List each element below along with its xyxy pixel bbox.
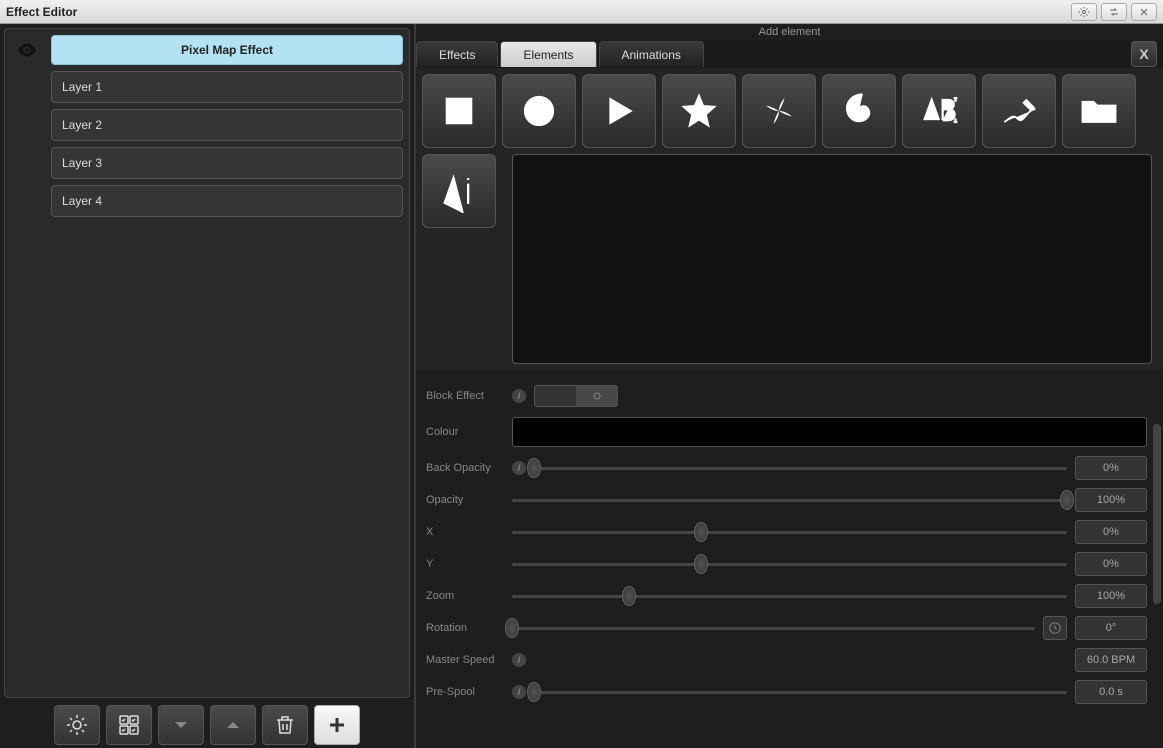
block-effect-label: Block Effect	[426, 390, 504, 402]
effect-name[interactable]: Pixel Map Effect	[51, 35, 403, 65]
master-speed-label: Master Speed	[426, 654, 504, 666]
scrollbar[interactable]	[1153, 424, 1161, 604]
tab-effects[interactable]: Effects	[416, 41, 498, 67]
back-opacity-slider[interactable]	[534, 458, 1067, 478]
element-square-icon[interactable]	[422, 74, 496, 148]
left-toolbar	[0, 702, 414, 748]
opacity-slider[interactable]	[512, 490, 1067, 510]
y-slider[interactable]	[512, 554, 1067, 574]
colour-picker[interactable]	[512, 417, 1147, 447]
x-value[interactable]: 0%	[1075, 520, 1147, 544]
layer-row[interactable]: Layer 3	[51, 147, 403, 179]
elements-area	[416, 68, 1163, 370]
add-icon[interactable]	[314, 705, 360, 745]
grid-check-icon[interactable]	[106, 705, 152, 745]
pre-spool-slider[interactable]	[534, 682, 1067, 702]
element-spiral-icon[interactable]	[822, 74, 896, 148]
properties-panel: Block Effect i Colour Back Opacity i 0% …	[416, 370, 1163, 748]
rotation-value[interactable]: 0°	[1075, 616, 1147, 640]
element-draw-icon[interactable]	[982, 74, 1056, 148]
layer-row[interactable]: Layer 2	[51, 109, 403, 141]
opacity-label: Opacity	[426, 494, 504, 506]
element-star-icon[interactable]	[662, 74, 736, 148]
move-down-icon[interactable]	[158, 705, 204, 745]
rotation-slider[interactable]	[512, 618, 1035, 638]
zoom-label: Zoom	[426, 590, 504, 602]
element-fan-icon[interactable]	[742, 74, 816, 148]
delete-icon[interactable]	[262, 705, 308, 745]
close-panel-button[interactable]: X	[1131, 41, 1157, 67]
info-icon[interactable]: i	[512, 685, 526, 699]
y-value[interactable]: 0%	[1075, 552, 1147, 576]
tabs-row: Effects Elements Animations X	[416, 40, 1163, 68]
settings-icon[interactable]	[1071, 3, 1097, 21]
info-icon[interactable]: i	[512, 653, 526, 667]
x-slider[interactable]	[512, 522, 1067, 542]
element-text-icon[interactable]	[902, 74, 976, 148]
close-icon[interactable]	[1131, 3, 1157, 21]
visibility-icon[interactable]	[11, 35, 43, 65]
layers-area: Pixel Map Effect Layer 1 Layer 2 Layer 3…	[4, 28, 410, 698]
block-effect-toggle[interactable]	[534, 385, 618, 407]
y-label: Y	[426, 558, 504, 570]
back-opacity-label: Back Opacity	[426, 462, 504, 474]
element-play-icon[interactable]	[582, 74, 656, 148]
panel-subtitle: Add element	[416, 24, 1163, 40]
back-opacity-value[interactable]: 0%	[1075, 456, 1147, 480]
right-panel: Add element Effects Elements Animations …	[416, 24, 1163, 748]
pre-spool-label: Pre-Spool	[426, 686, 504, 698]
element-folder-icon[interactable]	[1062, 74, 1136, 148]
info-icon[interactable]: i	[512, 389, 526, 403]
pre-spool-value[interactable]: 0.0 s	[1075, 680, 1147, 704]
brightness-icon[interactable]	[54, 705, 100, 745]
layer-row[interactable]: Layer 4	[51, 185, 403, 217]
titlebar: Effect Editor	[0, 0, 1163, 24]
colour-label: Colour	[426, 426, 504, 438]
move-up-icon[interactable]	[210, 705, 256, 745]
element-circle-icon[interactable]	[502, 74, 576, 148]
layer-row[interactable]: Layer 1	[51, 71, 403, 103]
opacity-value[interactable]: 100%	[1075, 488, 1147, 512]
x-label: X	[426, 526, 504, 538]
left-panel: Pixel Map Effect Layer 1 Layer 2 Layer 3…	[0, 24, 416, 748]
zoom-value[interactable]: 100%	[1075, 584, 1147, 608]
info-icon[interactable]: i	[512, 461, 526, 475]
tab-animations[interactable]: Animations	[599, 41, 704, 67]
zoom-slider[interactable]	[512, 586, 1067, 606]
element-ai-icon[interactable]	[422, 154, 496, 228]
swap-icon[interactable]	[1101, 3, 1127, 21]
clock-icon[interactable]	[1043, 616, 1067, 640]
preview-box	[512, 154, 1152, 364]
tab-elements[interactable]: Elements	[500, 41, 596, 67]
rotation-label: Rotation	[426, 622, 504, 634]
master-speed-value[interactable]: 60.0 BPM	[1075, 648, 1147, 672]
window-title: Effect Editor	[6, 5, 1071, 19]
